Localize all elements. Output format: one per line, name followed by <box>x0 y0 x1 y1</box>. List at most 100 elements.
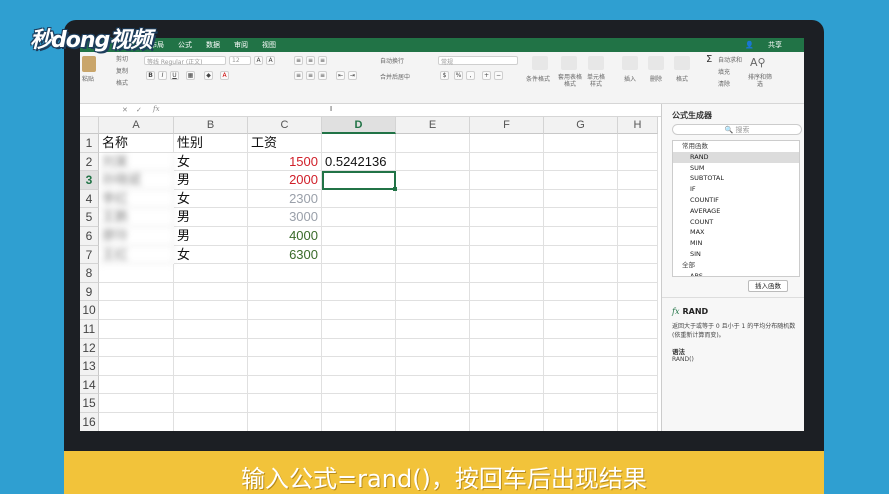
column-header-h[interactable]: H <box>618 117 658 134</box>
cell-c9[interactable] <box>248 282 322 302</box>
cut-button[interactable]: 剪切 <box>116 54 128 63</box>
cell-c6[interactable]: 4000 <box>248 227 322 246</box>
function-item-max[interactable]: MAX <box>673 227 799 238</box>
select-all-corner[interactable] <box>80 117 99 134</box>
cell-b2[interactable]: 女 <box>174 152 248 172</box>
cell-c8[interactable] <box>248 264 322 283</box>
cell-d5[interactable] <box>322 208 396 227</box>
percent-icon[interactable]: % <box>454 71 463 80</box>
cell-b15[interactable] <box>174 394 248 413</box>
row-header-7[interactable]: 7 <box>80 245 99 265</box>
align-bottom-icon[interactable]: ≡ <box>318 56 327 65</box>
cell-a15[interactable] <box>99 394 174 413</box>
cell-c3[interactable]: 2000 <box>248 171 322 190</box>
cell-d9[interactable] <box>322 282 396 302</box>
cell-c12[interactable] <box>248 338 322 358</box>
cell-f16[interactable] <box>470 413 544 431</box>
tab-layout[interactable]: 布局 <box>150 40 164 50</box>
cell-a3[interactable]: 孙晓斌 <box>99 171 174 190</box>
cell-f4[interactable] <box>470 189 544 209</box>
cell-a13[interactable] <box>99 357 174 376</box>
cell-g16[interactable] <box>544 413 618 431</box>
cell-a11[interactable] <box>99 320 174 339</box>
cell-e14[interactable] <box>396 375 470 395</box>
row-header-8[interactable]: 8 <box>80 264 99 283</box>
function-item-average[interactable]: AVERAGE <box>673 206 799 217</box>
cell-b11[interactable] <box>174 320 248 339</box>
function-item-count[interactable]: COUNT <box>673 217 799 228</box>
row-header-13[interactable]: 13 <box>80 357 99 376</box>
autosum-button[interactable]: 自动求和 <box>718 55 742 64</box>
cell-d11[interactable] <box>322 320 396 339</box>
share-button[interactable]: 👤 共享 <box>745 40 796 50</box>
cell-h16[interactable] <box>618 413 658 431</box>
tab-data[interactable]: 数据 <box>206 40 220 50</box>
merge-center-button[interactable]: 合并后居中 <box>380 72 410 81</box>
align-center-icon[interactable]: ≡ <box>306 71 315 80</box>
cell-h3[interactable] <box>618 171 658 190</box>
function-item-abs[interactable]: ABS <box>673 271 799 276</box>
cell-g3[interactable] <box>544 171 618 190</box>
cell-f1[interactable] <box>470 134 544 153</box>
paste-icon[interactable] <box>82 56 96 72</box>
cell-e1[interactable] <box>396 134 470 153</box>
cell-a9[interactable] <box>99 282 174 302</box>
font-name-select[interactable]: 等线 Regular (正文) <box>144 56 226 66</box>
column-header-g[interactable]: G <box>544 117 618 134</box>
column-header-e[interactable]: E <box>396 117 470 134</box>
cell-d1[interactable] <box>322 134 396 153</box>
cell-b7[interactable]: 女 <box>174 245 248 265</box>
delete-cells-icon[interactable] <box>648 56 664 70</box>
clear-button[interactable]: 清除 <box>718 79 730 88</box>
cell-g9[interactable] <box>544 282 618 302</box>
function-search-input[interactable]: 🔍 搜索 <box>672 124 802 135</box>
column-header-c[interactable]: C <box>248 117 322 134</box>
cell-g5[interactable] <box>544 208 618 227</box>
cell-e3[interactable] <box>396 171 470 190</box>
table-format-button[interactable]: 套用表格格式 <box>557 74 583 88</box>
cell-f14[interactable] <box>470 375 544 395</box>
comma-icon[interactable]: , <box>466 71 475 80</box>
cell-a12[interactable] <box>99 338 174 358</box>
cell-e8[interactable] <box>396 264 470 283</box>
cell-e2[interactable] <box>396 152 470 172</box>
cell-a4[interactable]: 李红 <box>99 189 174 209</box>
cell-e12[interactable] <box>396 338 470 358</box>
cell-d15[interactable] <box>322 394 396 413</box>
cell-e13[interactable] <box>396 357 470 376</box>
cell-e11[interactable] <box>396 320 470 339</box>
cell-a7[interactable]: 王红 <box>99 245 174 265</box>
cell-a16[interactable] <box>99 413 174 431</box>
cancel-formula-icon[interactable]: ✕ <box>122 106 128 114</box>
cell-c14[interactable] <box>248 375 322 395</box>
cell-g4[interactable] <box>544 189 618 209</box>
cell-b13[interactable] <box>174 357 248 376</box>
cell-c5[interactable]: 3000 <box>248 208 322 227</box>
cell-g10[interactable] <box>544 301 618 320</box>
cell-style-icon[interactable] <box>588 56 604 70</box>
cell-f12[interactable] <box>470 338 544 358</box>
insert-cells-button[interactable]: 插入 <box>624 74 636 83</box>
cell-f10[interactable] <box>470 301 544 320</box>
row-header-5[interactable]: 5 <box>80 208 99 227</box>
fill-button[interactable]: 填充 <box>718 67 730 76</box>
cell-g15[interactable] <box>544 394 618 413</box>
formula-input[interactable]: I <box>330 105 332 113</box>
autosum-icon[interactable]: Σ <box>706 54 712 65</box>
cell-h7[interactable] <box>618 245 658 265</box>
cell-a6[interactable]: 廖玲 <box>99 227 174 246</box>
cell-g13[interactable] <box>544 357 618 376</box>
cell-g11[interactable] <box>544 320 618 339</box>
delete-cells-button[interactable]: 删除 <box>650 74 662 83</box>
cell-c15[interactable] <box>248 394 322 413</box>
cell-c16[interactable] <box>248 413 322 431</box>
italic-button[interactable]: I <box>158 71 167 80</box>
cell-b1[interactable]: 性别 <box>174 134 248 153</box>
align-left-icon[interactable]: ≡ <box>294 71 303 80</box>
cell-d10[interactable] <box>322 301 396 320</box>
indent-icon[interactable]: ⇤ <box>336 71 345 80</box>
cell-d6[interactable] <box>322 227 396 246</box>
column-header-d[interactable]: D <box>322 117 396 134</box>
row-header-4[interactable]: 4 <box>80 189 99 209</box>
cell-h6[interactable] <box>618 227 658 246</box>
